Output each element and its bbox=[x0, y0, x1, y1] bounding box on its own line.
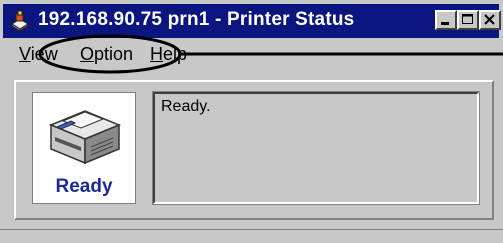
maximize-icon bbox=[462, 14, 473, 24]
menu-bar: View Option Help bbox=[0, 38, 503, 70]
printer-app-icon[interactable] bbox=[9, 10, 31, 32]
minimize-icon bbox=[441, 22, 449, 25]
divider bbox=[0, 229, 503, 230]
printer-icon bbox=[49, 110, 121, 165]
status-message: Ready. bbox=[161, 98, 211, 115]
status-message-box: Ready. bbox=[152, 91, 480, 205]
printer-status-window: 192.168.90.75 prn1 - Printer Status View… bbox=[0, 0, 503, 243]
window-title: 192.168.90.75 prn1 - Printer Status bbox=[38, 9, 355, 30]
close-icon bbox=[484, 14, 495, 25]
printer-state-label: Ready bbox=[55, 176, 113, 197]
menu-option[interactable]: Option bbox=[80, 44, 133, 65]
menu-help[interactable]: Help bbox=[150, 44, 187, 65]
minimize-button[interactable] bbox=[435, 10, 457, 30]
title-bar[interactable]: 192.168.90.75 prn1 - Printer Status bbox=[3, 4, 501, 38]
close-button[interactable] bbox=[479, 10, 501, 30]
maximize-button[interactable] bbox=[457, 10, 479, 30]
printer-status-tile: Ready bbox=[32, 92, 136, 204]
menu-view[interactable]: View bbox=[19, 44, 58, 65]
